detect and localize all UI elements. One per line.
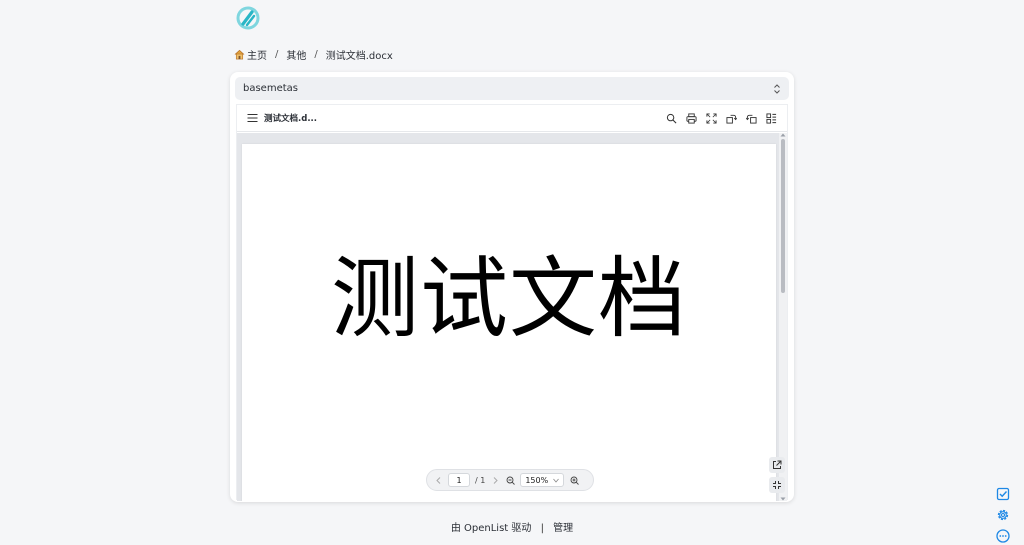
rotate-right-icon	[725, 114, 737, 124]
side-tools	[995, 486, 1011, 545]
breadcrumb-separator: /	[314, 48, 318, 60]
fullscreen-icon	[705, 112, 717, 124]
breadcrumb-separator: /	[275, 48, 279, 60]
storage-selector-value: basemetas	[243, 83, 298, 94]
scroll-down-arrow-icon[interactable]	[780, 497, 786, 501]
page-navigation: / 1 150%	[426, 469, 594, 491]
zoom-in-icon	[570, 476, 579, 485]
menu-icon[interactable]	[247, 113, 258, 123]
home-icon	[234, 49, 245, 59]
search-icon	[666, 113, 676, 123]
chevron-left-icon	[435, 476, 440, 484]
thumbnails-button[interactable]	[765, 112, 777, 124]
file-preview-card: basemetas 测试文档.d... 测试文档 1 / 1 150%	[230, 72, 794, 502]
search-button[interactable]	[665, 112, 677, 124]
admin-link[interactable]: 管理	[553, 523, 573, 534]
thumbnails-icon	[765, 112, 776, 124]
print-button[interactable]	[685, 112, 697, 124]
zoom-level-select[interactable]: 150%	[520, 473, 565, 487]
breadcrumb: 主页 / 其他 / 测试文档.docx	[234, 46, 393, 62]
scroll-up-arrow-icon[interactable]	[780, 133, 786, 137]
chevron-down-icon	[553, 478, 560, 483]
viewer-toolbar: 测试文档.d...	[237, 105, 787, 132]
footer-separator: |	[540, 523, 544, 534]
storage-selector[interactable]: basemetas	[235, 77, 789, 100]
more-icon	[995, 528, 1010, 543]
settings-icon	[997, 509, 1008, 520]
total-pages: / 1	[475, 475, 486, 485]
chevron-right-icon	[493, 476, 498, 484]
rotate-left-button[interactable]	[745, 112, 757, 124]
document-content: 测试文档	[330, 247, 687, 350]
zoom-level-value: 150%	[525, 475, 549, 485]
vertical-scrollbar[interactable]	[779, 133, 787, 501]
open-external-icon	[773, 460, 782, 469]
openlist-logo-icon[interactable]	[236, 6, 260, 30]
footer: 由 OpenList 驱动 | 管理	[0, 519, 1024, 534]
page-number-input[interactable]	[448, 473, 470, 487]
zoom-in-button[interactable]	[569, 475, 579, 485]
prev-page-button[interactable]	[433, 475, 443, 485]
viewer-file-name: 测试文档.d...	[264, 114, 318, 124]
scrollbar-thumb[interactable]	[781, 139, 785, 293]
open-external-button[interactable]	[769, 457, 785, 473]
document-page: 测试文档	[242, 144, 776, 501]
print-icon	[685, 112, 697, 124]
next-page-button[interactable]	[490, 475, 500, 485]
powered-by-link[interactable]: 由 OpenList 驱动	[451, 523, 532, 534]
exit-fullscreen-icon	[773, 481, 781, 489]
more-button[interactable]	[995, 528, 1010, 543]
zoom-out-button[interactable]	[505, 475, 515, 485]
document-scroll-area[interactable]: 测试文档 / 1	[237, 133, 787, 501]
rotate-right-button[interactable]	[725, 112, 737, 124]
document-viewer: 测试文档.d... 测试文档 1 / 1 150%	[236, 104, 788, 501]
exit-fullscreen-button[interactable]	[769, 477, 785, 493]
settings-button[interactable]	[995, 507, 1010, 522]
chevron-updown-icon	[774, 83, 780, 94]
checkbox-icon	[996, 487, 1009, 500]
breadcrumb-folder[interactable]: 其他	[286, 47, 306, 62]
breadcrumb-home[interactable]: 主页	[247, 47, 267, 62]
zoom-out-icon	[506, 476, 515, 485]
rotate-left-icon	[745, 114, 757, 124]
breadcrumb-file[interactable]: 测试文档.docx	[326, 47, 393, 62]
multi-select-button[interactable]	[995, 486, 1010, 501]
fullscreen-button[interactable]	[705, 112, 717, 124]
